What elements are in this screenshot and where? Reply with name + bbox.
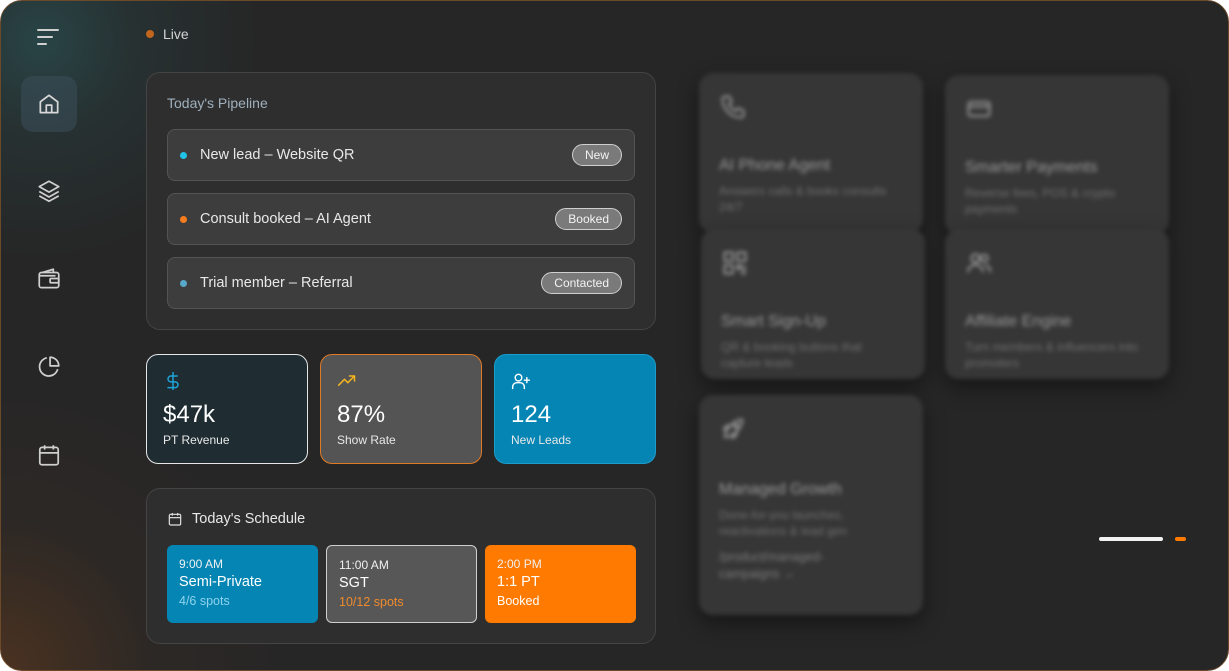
slot-name: 1:1 PT: [497, 574, 540, 590]
product-card-smart-sign-up[interactable]: Smart Sign-Up QR & booking buttons that …: [701, 229, 925, 379]
stat-value: 87%: [337, 401, 386, 428]
product-card-managed-growth[interactable]: Managed Growth Done-for-you launches, re…: [699, 395, 923, 615]
schedule-card: Today's Schedule 9:00 AM Semi-Private 4/…: [146, 488, 656, 644]
lead-label: Consult booked – AI Agent: [200, 211, 371, 227]
product-title: Managed Growth: [719, 481, 842, 498]
lead-row[interactable]: Consult booked – AI Agent Booked: [167, 193, 635, 245]
sidebar-item-layers[interactable]: [21, 163, 77, 219]
stat-card-revenue[interactable]: $47k PT Revenue: [146, 354, 308, 464]
stat-card-show-rate[interactable]: 87% Show Rate: [320, 354, 482, 464]
stat-label: Show Rate: [337, 433, 396, 447]
schedule-slot[interactable]: 9:00 AM Semi-Private 4/6 spots: [167, 545, 318, 623]
status-dot: [180, 151, 187, 159]
schedule-header: Today's Schedule: [167, 511, 305, 527]
stat-card-new-leads[interactable]: 124 New Leads: [494, 354, 656, 464]
product-title: Smart Sign-Up: [721, 313, 826, 330]
product-cards: AI Phone Agent Answers calls & books con…: [691, 61, 1191, 631]
slot-name: SGT: [339, 575, 369, 591]
schedule-slot[interactable]: 11:00 AM SGT 10/12 spots: [326, 545, 477, 623]
status-dot: [180, 215, 187, 223]
wallet-icon: [38, 268, 60, 289]
slot-time: 2:00 PM: [497, 557, 542, 571]
slot-detail: Booked: [497, 594, 540, 608]
product-title: AI Phone Agent: [719, 157, 831, 174]
live-dot: [146, 30, 154, 38]
home-icon: [39, 94, 59, 114]
status-badge: Booked: [555, 208, 622, 230]
lead-row[interactable]: New lead – Website QR New: [167, 129, 635, 181]
sidebar-item-wallet[interactable]: [21, 251, 77, 307]
qr-code-icon: [723, 251, 747, 275]
product-desc: Answers calls & books consults 24/7: [719, 184, 887, 214]
live-label: Live: [163, 26, 189, 42]
slot-detail: 10/12 spots: [339, 595, 404, 609]
stat-value: $47k: [163, 401, 216, 428]
product-title: Affiliate Engine: [965, 313, 1072, 330]
slot-time: 11:00 AM: [339, 558, 389, 572]
lead-row[interactable]: Trial member – Referral Contacted: [167, 257, 635, 309]
users-icon: [966, 253, 992, 273]
schedule-title: Today's Schedule: [192, 511, 306, 527]
product-card-affiliate-engine[interactable]: Affiliate Engine Turn members & influenc…: [945, 229, 1169, 379]
stat-value: 124: [511, 401, 552, 428]
slot-detail: 4/6 spots: [179, 594, 230, 608]
credit-card-icon: [967, 101, 991, 117]
dashboard-frame: Live Today's Pipeline New lead – Website…: [0, 0, 1229, 671]
pipeline-title: Today's Pipeline: [167, 95, 268, 111]
carousel-indicator-active[interactable]: [1099, 537, 1163, 541]
calendar-icon: [38, 445, 60, 466]
lead-label: New lead – Website QR: [200, 147, 355, 163]
rocket-icon: [722, 418, 744, 440]
pie-chart-icon: [38, 356, 60, 377]
product-desc: Turn members & influencers into promoter…: [965, 340, 1138, 370]
product-card-ai-phone-agent[interactable]: AI Phone Agent Answers calls & books con…: [699, 73, 923, 233]
live-indicator: Live: [146, 26, 189, 42]
slot-time: 9:00 AM: [179, 557, 224, 571]
sidebar-item-home[interactable]: [21, 76, 77, 132]
menu-icon[interactable]: [37, 27, 63, 47]
product-desc: QR & booking buttons that capture leads: [721, 340, 862, 370]
product-desc: Reverse fees, POS & crypto payments: [965, 186, 1116, 216]
stat-label: PT Revenue: [163, 433, 230, 447]
product-desc: Done-for-you launches, reactivations & l…: [719, 508, 848, 538]
status-badge: Contacted: [541, 272, 622, 294]
trending-up-icon: [337, 375, 356, 386]
carousel-indicator[interactable]: [1175, 537, 1186, 541]
dollar-icon: [167, 371, 179, 391]
user-plus-icon: [511, 373, 531, 390]
slot-name: Semi-Private: [179, 574, 262, 590]
sidebar-item-calendar[interactable]: [21, 427, 77, 483]
product-card-smarter-payments[interactable]: Smarter Payments Reverse fees, POS & cry…: [945, 75, 1169, 235]
lead-label: Trial member – Referral: [200, 275, 353, 291]
calendar-icon: [168, 513, 182, 526]
status-badge: New: [571, 144, 622, 166]
sidebar-item-reports[interactable]: [21, 339, 77, 395]
schedule-slot[interactable]: 2:00 PM 1:1 PT Booked: [485, 545, 636, 623]
stat-label: New Leads: [511, 433, 572, 447]
product-title: Smarter Payments: [965, 159, 1098, 176]
status-dot: [180, 279, 187, 287]
pipeline-card: Today's Pipeline New lead – Website QR N…: [146, 72, 656, 330]
product-link[interactable]: /product/managed-campaigns →: [719, 549, 879, 583]
phone-icon: [721, 95, 745, 119]
layers-icon: [38, 180, 60, 203]
